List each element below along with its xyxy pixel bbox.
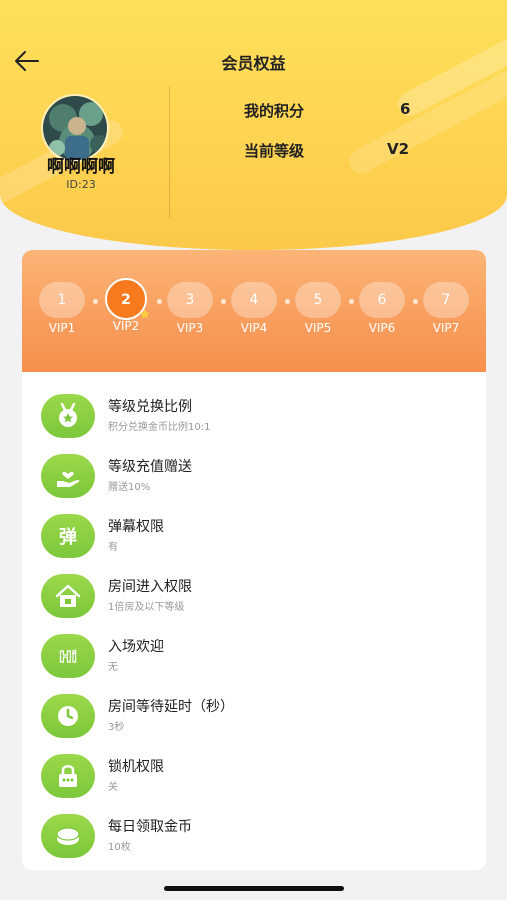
benefit-title: 每日领取金币 — [108, 819, 192, 835]
vip-level-bar: 1 VIP1 2 ★ VIP2 3 VIP3 4 VIP4 5 VIP5 6 V… — [22, 250, 486, 372]
level-separator-dot — [221, 299, 226, 304]
benefit-title: 房间等待延时（秒） — [108, 699, 234, 715]
vip-level-number: 1 — [39, 282, 85, 318]
benefits-card: 1 VIP1 2 ★ VIP2 3 VIP3 4 VIP4 5 VIP5 6 V… — [22, 250, 486, 870]
benefit-title: 等级充值赠送 — [108, 459, 192, 475]
vip-level-label: VIP3 — [176, 321, 204, 335]
benefit-desc: 10枚 — [108, 842, 131, 853]
benefit-title: 房间进入权限 — [108, 579, 192, 595]
vip-level-5[interactable]: 5 VIP5 — [293, 282, 343, 335]
danmu-icon: 弹 — [41, 514, 95, 558]
benefit-title: 弹幕权限 — [108, 519, 164, 535]
vip-level-label: VIP7 — [432, 321, 460, 335]
benefit-entry-welcome: Hi 入场欢迎 无 — [22, 628, 486, 688]
coin-icon — [41, 814, 95, 858]
level-separator-dot — [413, 299, 418, 304]
benefit-exchange-ratio: 等级兑换比例 积分兑换金币比例10:1 — [22, 388, 486, 448]
vip-level-label: VIP5 — [304, 321, 332, 335]
svg-text:弹: 弹 — [59, 526, 77, 548]
page-title: 会员权益 — [221, 54, 286, 73]
level-separator-dot — [157, 299, 162, 304]
level-label: 当前等级 — [244, 142, 305, 160]
vip-level-4[interactable]: 4 VIP4 — [229, 282, 279, 335]
vip-level-3[interactable]: 3 VIP3 — [165, 282, 215, 335]
benefit-desc: 3秒 — [108, 722, 125, 733]
medal-icon — [41, 394, 95, 438]
benefit-desc: 有 — [108, 542, 118, 553]
vip-level-label: VIP4 — [240, 321, 268, 335]
home-indicator[interactable] — [164, 886, 344, 891]
vip-level-label: VIP1 — [48, 321, 76, 335]
benefit-wait-delay: 房间等待延时（秒） 3秒 — [22, 688, 486, 748]
level-separator-dot — [93, 299, 98, 304]
points-value: 6 — [400, 100, 411, 118]
points-label: 我的积分 — [244, 102, 305, 120]
vip-level-number: 4 — [231, 282, 277, 318]
header: 会员权益 啊啊啊啊 ID:23 我的积分 6 当前等级 V2 — [0, 0, 507, 250]
vip-level-number: 5 — [295, 282, 341, 318]
benefit-daily-coins: 每日领取金币 10枚 — [22, 808, 486, 868]
divider — [169, 86, 170, 218]
benefit-lock: 锁机权限 关 — [22, 748, 486, 808]
vip-level-number: 7 — [423, 282, 469, 318]
vip-level-6[interactable]: 6 VIP6 — [357, 282, 407, 335]
benefit-desc: 赠送10% — [108, 482, 151, 493]
benefit-title: 入场欢迎 — [108, 639, 164, 655]
vip-level-1[interactable]: 1 VIP1 — [37, 282, 87, 335]
user-id: ID:23 — [66, 178, 96, 191]
vip-level-2-current[interactable]: 2 ★ VIP2 — [101, 278, 151, 333]
star-icon: ★ — [138, 307, 151, 323]
level-separator-dot — [285, 299, 290, 304]
vip-level-number: 2 ★ — [105, 278, 151, 322]
benefit-desc: 无 — [108, 662, 118, 673]
vip-level-7[interactable]: 7 VIP7 — [421, 282, 471, 335]
svg-text:Hi: Hi — [59, 648, 77, 666]
benefit-title: 等级兑换比例 — [108, 399, 192, 415]
level-value: V2 — [387, 140, 410, 158]
benefit-desc: 1倍房及以下等级 — [108, 602, 185, 613]
benefit-room-access: 房间进入权限 1倍房及以下等级 — [22, 568, 486, 628]
clock-icon — [41, 694, 95, 738]
benefit-recharge-bonus: 等级充值赠送 赠送10% — [22, 448, 486, 508]
vip-level-label: VIP6 — [368, 321, 396, 335]
level-separator-dot — [349, 299, 354, 304]
benefit-title: 锁机权限 — [108, 759, 164, 775]
hi-icon: Hi — [41, 634, 95, 678]
benefit-danmu: 弹 弹幕权限 有 — [22, 508, 486, 568]
house-icon — [41, 574, 95, 618]
benefit-desc: 关 — [108, 782, 118, 793]
benefit-desc: 积分兑换金币比例10:1 — [108, 422, 211, 433]
username: 啊啊啊啊 — [47, 157, 115, 177]
lock-icon — [41, 754, 95, 798]
gift-hand-icon — [41, 454, 95, 498]
vip-level-number: 6 — [359, 282, 405, 318]
vip-level-number-text: 2 — [121, 292, 131, 308]
vip-level-number: 3 — [167, 282, 213, 318]
